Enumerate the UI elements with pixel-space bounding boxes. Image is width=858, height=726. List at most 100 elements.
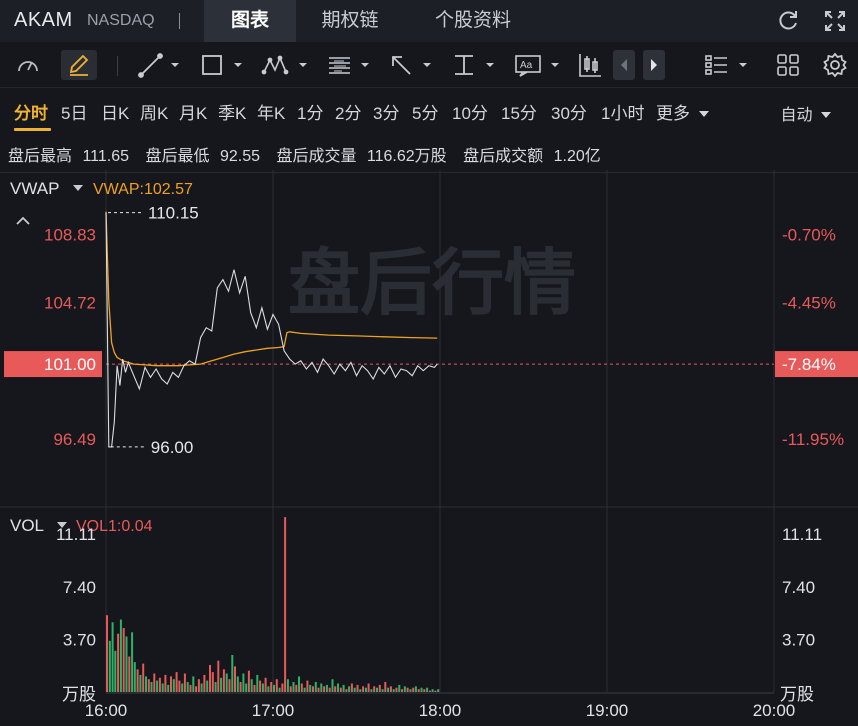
- tab-options-chain[interactable]: 期权链: [304, 0, 396, 42]
- auto-scale-select[interactable]: 自动: [781, 101, 832, 125]
- collapse-icon[interactable]: [16, 216, 30, 225]
- indicator-name[interactable]: VWAP: [10, 179, 59, 198]
- volume-bar: [136, 669, 139, 693]
- app-header: AKAM NASDAQ 图表 期权链 个股资料: [0, 0, 858, 42]
- period-1h[interactable]: 1小时: [601, 99, 644, 124]
- period-more[interactable]: 更多: [656, 99, 710, 124]
- high-marker-label: 110.15: [148, 204, 199, 223]
- stat-ah-volume-label: 盘后成交量: [276, 148, 357, 165]
- volume-bar: [387, 687, 390, 692]
- volume-bar: [228, 679, 231, 692]
- tab-chart[interactable]: 图表: [204, 0, 296, 42]
- grid-icon[interactable]: [774, 50, 802, 80]
- period-1m[interactable]: 1分: [297, 99, 323, 124]
- period-more-label: 更多: [656, 104, 690, 123]
- stat-ah-turnover-label: 盘后成交额: [463, 148, 544, 165]
- indicator-dropdown-icon[interactable]: [73, 185, 83, 191]
- period-30m[interactable]: 30分: [551, 99, 587, 124]
- volume-bar: [158, 677, 161, 692]
- low-marker-label: 96.00: [151, 438, 194, 457]
- volume-bar: [161, 683, 164, 692]
- volume-bar: [164, 674, 167, 692]
- stat-ah-low-label: 盘后最低: [145, 148, 210, 165]
- volume-bar: [426, 687, 429, 692]
- volume-bar: [197, 679, 200, 692]
- volume-bar: [183, 673, 186, 692]
- stat-ah-volume: 盘后成交量 116.62万股: [276, 148, 452, 165]
- period-quarter-k[interactable]: 季K: [218, 99, 246, 124]
- volume-bar: [314, 682, 317, 692]
- chart-area[interactable]: 盘后行情 VWAP VWAP:102.57 108.83 -0.70% 104.72…: [0, 170, 858, 726]
- period-5d[interactable]: 5日: [61, 99, 87, 124]
- volume-bar: [348, 686, 351, 692]
- volume-bar: [434, 690, 437, 692]
- refresh-icon[interactable]: [775, 8, 801, 34]
- volume-bar: [253, 684, 256, 692]
- volume-bar: [409, 689, 412, 692]
- change-tick-label: -0.70%: [782, 225, 836, 244]
- volume-bar: [359, 689, 362, 692]
- volume-tick-label: 3.70: [63, 630, 96, 649]
- volume-bar: [200, 683, 203, 692]
- volume-bar: [286, 679, 289, 692]
- fib-tool-icon[interactable]: [326, 50, 372, 80]
- measure-tool-icon[interactable]: [451, 50, 497, 80]
- pattern-tool-icon[interactable]: [261, 50, 311, 80]
- stat-ah-high: 盘后最高 111.65: [8, 148, 135, 165]
- chevron-down-icon: [698, 111, 709, 117]
- auto-scale-label: 自动: [780, 107, 813, 124]
- volume-bar: [131, 632, 134, 692]
- period-year-k[interactable]: 年K: [257, 99, 285, 124]
- time-tick-label: 17:00: [252, 701, 295, 720]
- volume-bar: [278, 687, 281, 692]
- volume-bar: [153, 673, 156, 692]
- period-month-k[interactable]: 月K: [179, 99, 207, 124]
- volume-bar: [320, 683, 323, 692]
- settings-icon[interactable]: [821, 50, 849, 80]
- volume-bar: [437, 689, 440, 692]
- tab-options-chain-label: 期权链: [321, 10, 379, 31]
- rectangle-tool-icon[interactable]: [199, 50, 245, 80]
- period-15m[interactable]: 15分: [501, 99, 537, 124]
- svg-text:Aa: Aa: [520, 60, 533, 71]
- fullscreen-icon[interactable]: [822, 8, 848, 34]
- volume-bar: [122, 628, 125, 692]
- arrow-tool-icon[interactable]: [388, 50, 434, 80]
- volume-bar: [106, 615, 108, 692]
- period-10m[interactable]: 10分: [452, 99, 488, 124]
- layout-list-icon[interactable]: [703, 50, 751, 80]
- volume-bar: [267, 686, 270, 692]
- pen-icon[interactable]: [61, 50, 97, 80]
- period-5m[interactable]: 5分: [412, 99, 438, 124]
- prev-icon[interactable]: [613, 50, 635, 80]
- gauge-icon[interactable]: [14, 50, 42, 80]
- period-week-k[interactable]: 周K: [140, 99, 168, 124]
- volume-bar: [231, 655, 234, 692]
- volume-bar: [345, 689, 348, 692]
- watermark: 盘后行情: [288, 244, 576, 324]
- volume-bar: [331, 679, 334, 692]
- period-2m[interactable]: 2分: [335, 99, 361, 124]
- volume-bar: [431, 689, 434, 692]
- volume-bar: [178, 680, 181, 692]
- volume-bar: [175, 672, 178, 692]
- volume-bar: [259, 680, 262, 692]
- stat-ah-high-value: 111.65: [82, 148, 130, 165]
- text-tool-icon[interactable]: Aa: [513, 50, 563, 80]
- period-3m[interactable]: 3分: [373, 99, 399, 124]
- time-tick-label: 20:00: [753, 701, 796, 720]
- volume-bar: [108, 640, 111, 692]
- stat-ah-turnover-value: 1.20亿: [553, 148, 601, 165]
- period-day-k[interactable]: 日K: [101, 99, 129, 124]
- volume-bar: [220, 677, 223, 692]
- volume-indicator-name[interactable]: VOL: [10, 516, 44, 535]
- period-intraday[interactable]: 分时: [14, 99, 48, 124]
- volume-bar: [395, 687, 398, 692]
- price-tick-label: 101.00: [44, 355, 96, 374]
- volume-bar: [284, 517, 287, 692]
- tab-stock-profile[interactable]: 个股资料: [414, 0, 532, 42]
- next-icon[interactable]: [643, 50, 665, 80]
- line-tool-icon[interactable]: [136, 50, 182, 80]
- volume-bar: [414, 686, 417, 692]
- candle-type-icon[interactable]: [577, 50, 603, 80]
